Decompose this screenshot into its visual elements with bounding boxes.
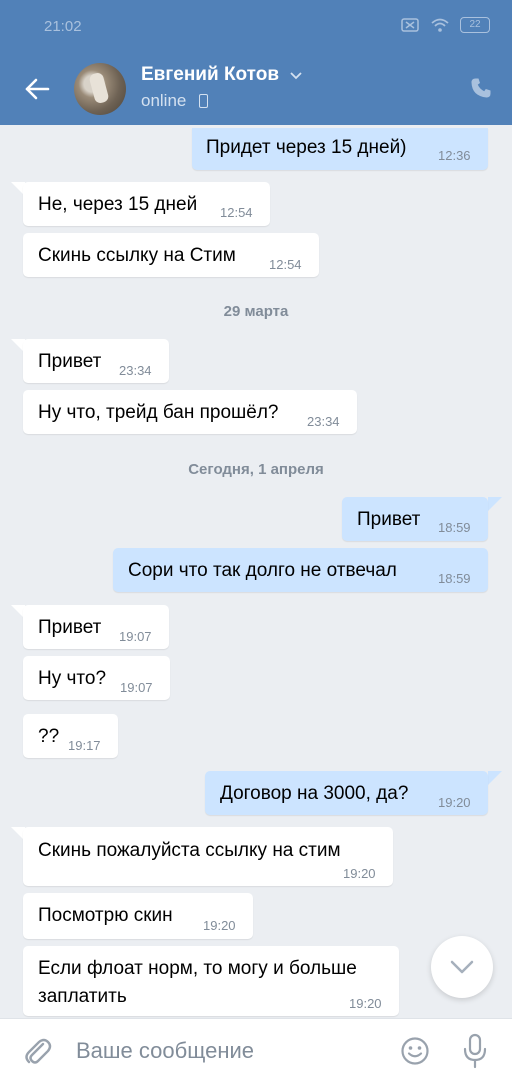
message-text: Скинь ссылку на Стим	[38, 245, 236, 266]
paperclip-icon[interactable]	[22, 1034, 52, 1068]
message-time: 19:20	[438, 795, 471, 810]
message-bubble-incoming[interactable]: Привет 19:07	[23, 605, 169, 649]
message-bubble-incoming[interactable]: Посмотрю скин 19:20	[23, 893, 253, 939]
status-bar: 21:02 22	[0, 0, 512, 54]
message-bubble-outgoing[interactable]: Придет через 15 дней) 12:36	[192, 128, 488, 170]
message-bubble-outgoing[interactable]: Привет 18:59	[342, 497, 488, 541]
microphone-icon[interactable]	[462, 1033, 488, 1069]
message-text: Посмотрю скин	[38, 905, 173, 926]
message-time: 12:54	[269, 257, 302, 272]
message-bubble-incoming[interactable]: Не, через 15 дней 12:54	[23, 182, 270, 226]
message-bubble-incoming[interactable]: Привет 23:34	[23, 339, 169, 383]
message-time: 19:20	[349, 996, 382, 1011]
message-bubble-incoming[interactable]: Ну что? 19:07	[23, 656, 170, 700]
bubble-tail	[488, 497, 502, 511]
contact-status: online	[141, 91, 187, 110]
message-time: 19:20	[343, 866, 376, 881]
message-time: 12:54	[220, 205, 253, 220]
message-time: 19:07	[119, 629, 152, 644]
message-text: Не, через 15 дней	[38, 194, 198, 215]
contact-avatar[interactable]	[74, 63, 126, 115]
chevron-down-icon[interactable]	[289, 68, 303, 82]
message-text: Привет	[357, 509, 421, 530]
message-text: Если флоат норм, то могу и больше	[38, 958, 357, 979]
back-button[interactable]	[20, 72, 54, 106]
message-bubble-incoming[interactable]: Скинь пожалуйста ссылку на стим 19:20	[23, 827, 393, 886]
message-bubble-outgoing[interactable]: Договор на 3000, да? 19:20	[205, 771, 488, 815]
message-bubble-incoming[interactable]: Если флоат норм, то могу и больше заплат…	[23, 946, 399, 1016]
date-separator: 29 марта	[223, 303, 289, 320]
status-icons: 22	[400, 17, 490, 33]
sim-off-icon	[401, 18, 419, 32]
message-text: Договор на 3000, да?	[220, 783, 409, 804]
message-text: Скинь пожалуйста ссылку на стим	[38, 840, 341, 861]
wifi-icon	[431, 18, 449, 32]
message-text: Ну что, трейд бан прошёл?	[38, 402, 279, 423]
message-time: 23:34	[119, 363, 152, 378]
date-separator: Сегодня, 1 апреля	[188, 461, 324, 478]
bubble-tail	[488, 771, 502, 785]
mobile-device-icon	[199, 94, 208, 108]
message-text: ??	[38, 726, 60, 747]
message-input[interactable]	[74, 1031, 388, 1071]
message-time: 23:34	[307, 414, 340, 429]
message-text: Привет	[38, 617, 102, 638]
contact-name[interactable]: Евгений Котов	[141, 64, 279, 86]
message-time: 19:20	[203, 918, 236, 933]
arrow-left-icon	[25, 78, 50, 100]
message-composer	[0, 1018, 512, 1081]
message-time: 19:17	[68, 738, 101, 753]
message-time: 19:07	[120, 680, 153, 695]
message-text-line-2: заплатить	[38, 986, 127, 1007]
top-app-bar: 21:02 22 Евгений Котов online	[0, 0, 512, 125]
phone-call-icon[interactable]	[469, 76, 493, 100]
message-text: Придет через 15 дней)	[206, 137, 407, 158]
message-time: 18:59	[438, 520, 471, 535]
message-bubble-incoming[interactable]: Ну что, трейд бан прошёл? 23:34	[23, 390, 357, 434]
message-bubble-outgoing[interactable]: Сори что так долго не отвечал 18:59	[113, 548, 488, 592]
message-time: 18:59	[438, 571, 471, 586]
message-text: Сори что так долго не отвечал	[128, 560, 397, 581]
battery-icon: 22	[460, 17, 490, 33]
emoji-smile-icon[interactable]	[400, 1036, 430, 1066]
chevron-down-icon	[450, 960, 474, 974]
message-bubble-incoming[interactable]: Скинь ссылку на Стим 12:54	[23, 233, 319, 277]
message-text: Привет	[38, 351, 102, 372]
message-text: Ну что?	[38, 668, 107, 689]
message-bubble-incoming[interactable]: ?? 19:17	[23, 714, 118, 758]
message-time: 12:36	[438, 148, 471, 163]
scroll-to-bottom-button[interactable]	[431, 936, 493, 998]
status-time: 21:02	[44, 18, 82, 35]
